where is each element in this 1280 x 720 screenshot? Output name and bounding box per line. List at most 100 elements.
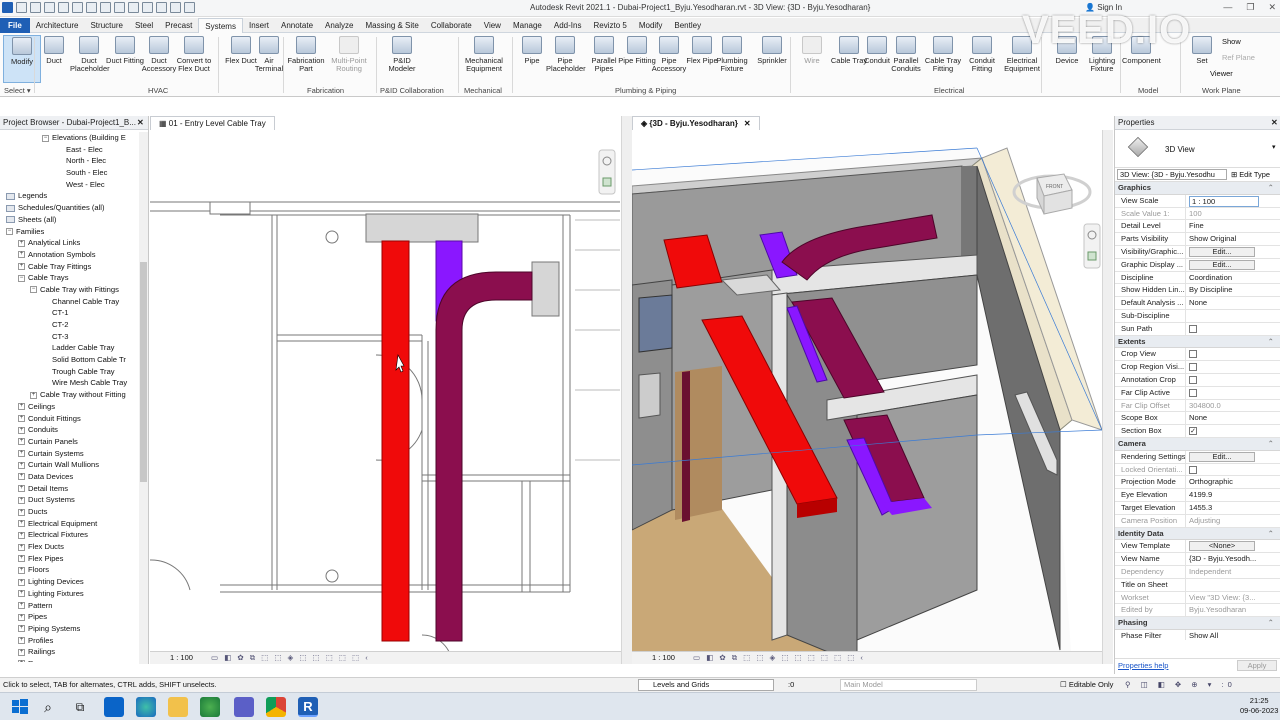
- property-checkbox[interactable]: ✓: [1189, 427, 1197, 436]
- quick-access-toolbar[interactable]: [2, 2, 195, 13]
- property-edit-button[interactable]: Edit...: [1189, 259, 1255, 270]
- property-value[interactable]: Edit...: [1186, 246, 1280, 258]
- expand-icon[interactable]: +: [18, 461, 25, 469]
- browser-item[interactable]: Solid Bottom Cable Tr: [0, 354, 138, 366]
- expand-icon[interactable]: +: [18, 426, 25, 434]
- workplane-show-button[interactable]: Show: [1222, 37, 1241, 46]
- expand-icon[interactable]: +: [18, 450, 25, 458]
- expand-icon[interactable]: +: [18, 438, 25, 446]
- apply-button[interactable]: Apply: [1237, 660, 1277, 671]
- measure-icon[interactable]: [100, 2, 111, 13]
- expand-icon[interactable]: +: [18, 239, 25, 247]
- browser-item[interactable]: − Cable Trays: [0, 272, 138, 284]
- conduit-fitting-button[interactable]: Conduit Fitting: [963, 35, 1001, 83]
- mechanical-equipment-button[interactable]: Mechanical Equipment: [465, 35, 503, 83]
- sprinkler-button[interactable]: Sprinkler: [753, 35, 791, 83]
- duct-accessory-button[interactable]: Duct Accessory: [140, 35, 178, 83]
- expand-icon[interactable]: +: [18, 578, 25, 586]
- multi-point-routing-button[interactable]: Multi-Point Routing: [330, 35, 368, 83]
- browser-item[interactable]: CT-2: [0, 319, 138, 331]
- tab-add-ins[interactable]: Add-Ins: [548, 18, 588, 33]
- property-edit-button[interactable]: Edit...: [1189, 246, 1255, 257]
- browser-item[interactable]: + Cable Tray Fittings: [0, 261, 138, 273]
- tab-architecture[interactable]: Architecture: [30, 18, 85, 33]
- tab-file[interactable]: File: [0, 17, 30, 33]
- property-group-graphics[interactable]: Graphics: [1115, 182, 1280, 195]
- expand-icon[interactable]: +: [18, 485, 25, 493]
- property-value[interactable]: None: [1186, 412, 1280, 424]
- tab-collaborate[interactable]: Collaborate: [425, 18, 478, 33]
- plumbing-fixture-button[interactable]: Plumbing Fixture: [713, 35, 751, 83]
- expand-icon[interactable]: +: [18, 648, 25, 656]
- property-value[interactable]: {3D - Byju.Yesodh...: [1186, 553, 1280, 565]
- switch-windows-icon[interactable]: [184, 2, 195, 13]
- expand-icon[interactable]: +: [30, 391, 37, 399]
- edit-type-button[interactable]: ⊞ Edit Type: [1231, 170, 1270, 179]
- property-value[interactable]: Coordination: [1186, 272, 1280, 284]
- browser-item[interactable]: +Ramps: [0, 658, 138, 662]
- task-view-icon[interactable]: ⧉: [70, 697, 90, 717]
- file-explorer-icon[interactable]: [168, 697, 188, 717]
- tab-revizto-5[interactable]: Revizto 5: [587, 18, 632, 33]
- browser-item[interactable]: − Families: [0, 226, 138, 238]
- browser-item[interactable]: + Annotation Symbols: [0, 249, 138, 261]
- property-checkbox[interactable]: [1189, 350, 1197, 359]
- property-group-extents[interactable]: Extents: [1115, 335, 1280, 349]
- browser-item[interactable]: + Detail Items: [0, 483, 138, 495]
- property-value[interactable]: None: [1186, 297, 1280, 309]
- windows-start-icon[interactable]: [10, 697, 30, 717]
- expand-icon[interactable]: +: [18, 543, 25, 551]
- browser-item[interactable]: + Ceilings: [0, 401, 138, 413]
- tab-plan-view[interactable]: ▦ 01 - Entry Level Cable Tray: [150, 116, 275, 130]
- browser-item[interactable]: + Floors: [0, 564, 138, 576]
- browser-item[interactable]: + Flex Ducts: [0, 541, 138, 553]
- undo-icon[interactable]: [58, 2, 69, 13]
- property-value[interactable]: Orthographic: [1186, 476, 1280, 488]
- property-value[interactable]: [1186, 310, 1280, 322]
- duct-placeholder-button[interactable]: Duct Placeholder: [70, 35, 110, 83]
- browser-item[interactable]: West - Elec: [0, 179, 138, 191]
- browser-item[interactable]: + Analytical Links: [0, 237, 138, 249]
- property-group-identity-data[interactable]: Identity Data: [1115, 527, 1280, 541]
- expand-icon[interactable]: +: [18, 520, 25, 528]
- property-value[interactable]: [1186, 374, 1280, 386]
- property-edit-button[interactable]: <None>: [1189, 541, 1255, 552]
- property-value[interactable]: 1 : 100: [1186, 195, 1280, 207]
- cable-tray-red-plan[interactable]: [381, 240, 410, 642]
- sync-icon[interactable]: [44, 2, 55, 13]
- expand-icon[interactable]: +: [18, 251, 25, 259]
- browser-item[interactable]: + Cable Tray without Fitting: [0, 389, 138, 401]
- property-value[interactable]: Edit...: [1186, 259, 1280, 271]
- property-value[interactable]: 4199.9: [1186, 489, 1280, 501]
- browser-item[interactable]: + Curtain Systems: [0, 448, 138, 460]
- maps-icon[interactable]: [200, 697, 220, 717]
- 3d-scale[interactable]: 1 : 100: [652, 653, 675, 662]
- 3d-view-control-bar[interactable]: 1 : 100 ▭ ◧ ✿ ⧉ ⬚ ⬚ ◈ ⬚ ⬚ ⬚ ⬚ ⬚ ⬚ ‹: [632, 651, 1113, 664]
- expand-icon[interactable]: +: [18, 555, 25, 563]
- wire-button[interactable]: Wire: [793, 35, 831, 83]
- properties-help-link[interactable]: Properties help: [1118, 661, 1168, 670]
- property-checkbox[interactable]: [1189, 363, 1197, 372]
- section-icon[interactable]: [142, 2, 153, 13]
- tab-view[interactable]: View: [478, 18, 507, 33]
- browser-item[interactable]: CT-1: [0, 307, 138, 319]
- plan-view[interactable]: ▦ 01 - Entry Level Cable Tray 1: 100 ▭ …: [150, 116, 627, 664]
- expand-icon[interactable]: +: [18, 625, 25, 633]
- open-icon[interactable]: [16, 2, 27, 13]
- teams-icon[interactable]: [234, 697, 254, 717]
- property-value[interactable]: By Discipline: [1186, 284, 1280, 296]
- revit-taskbar-icon[interactable]: R: [298, 697, 318, 717]
- browser-item[interactable]: + Profiles: [0, 635, 138, 647]
- tab-insert[interactable]: Insert: [243, 18, 275, 33]
- browser-item[interactable]: + Curtain Wall Mullions: [0, 459, 138, 471]
- browser-item[interactable]: + Pipes: [0, 611, 138, 623]
- browser-item[interactable]: CT-3: [0, 331, 138, 343]
- property-value[interactable]: [1186, 579, 1280, 591]
- property-checkbox[interactable]: [1189, 388, 1197, 397]
- browser-item[interactable]: + Electrical Fixtures: [0, 529, 138, 541]
- expand-icon[interactable]: +: [18, 637, 25, 645]
- expand-icon[interactable]: +: [18, 531, 25, 539]
- duct-fitting-button[interactable]: Duct Fitting: [106, 35, 144, 83]
- edge-icon[interactable]: [136, 697, 156, 717]
- expand-icon[interactable]: +: [18, 602, 25, 609]
